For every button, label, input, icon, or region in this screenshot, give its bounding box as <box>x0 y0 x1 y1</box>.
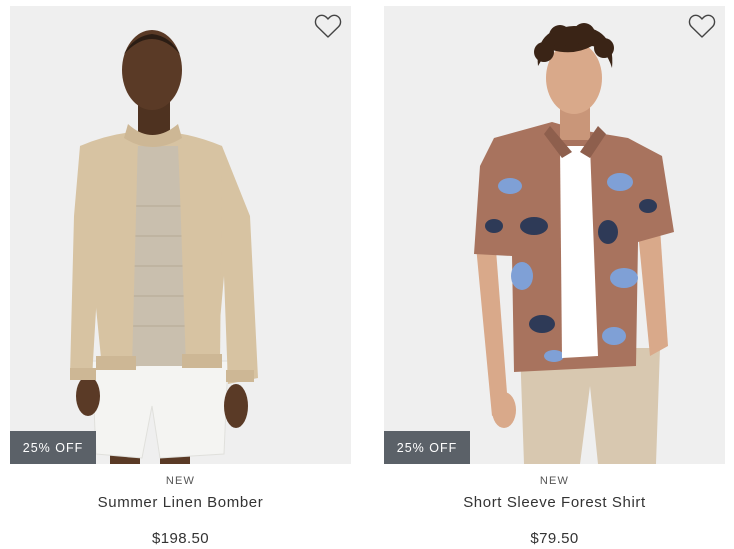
product-meta: NEW Short Sleeve Forest Shirt $79.50 <box>384 474 725 549</box>
product-price: $198.50 <box>151 530 210 547</box>
product-name[interactable]: Short Sleeve Forest Shirt <box>384 493 725 513</box>
new-label: NEW <box>165 475 196 487</box>
discount-badge: 25% OFF <box>10 431 96 464</box>
product-price: $79.50 <box>530 530 579 547</box>
product-grid: 25% OFF NEW Summer Linen Bomber $198.50 <box>0 0 734 549</box>
product-image[interactable]: 25% OFF <box>384 6 725 464</box>
new-label: NEW <box>539 475 570 487</box>
product-name[interactable]: Summer Linen Bomber <box>10 493 351 513</box>
wishlist-heart-icon[interactable] <box>688 13 716 39</box>
product-meta: NEW Summer Linen Bomber $198.50 <box>10 474 351 549</box>
product-photo-forest-shirt <box>384 6 725 464</box>
wishlist-heart-icon[interactable] <box>314 13 342 39</box>
product-image[interactable]: 25% OFF <box>10 6 351 464</box>
product-card-summer-linen-bomber[interactable]: 25% OFF NEW Summer Linen Bomber $198.50 <box>10 6 351 549</box>
product-card-short-sleeve-forest-shirt[interactable]: 25% OFF NEW Short Sleeve Forest Shirt $7… <box>384 6 725 549</box>
product-photo-bomber <box>10 6 351 464</box>
discount-badge: 25% OFF <box>384 431 470 464</box>
